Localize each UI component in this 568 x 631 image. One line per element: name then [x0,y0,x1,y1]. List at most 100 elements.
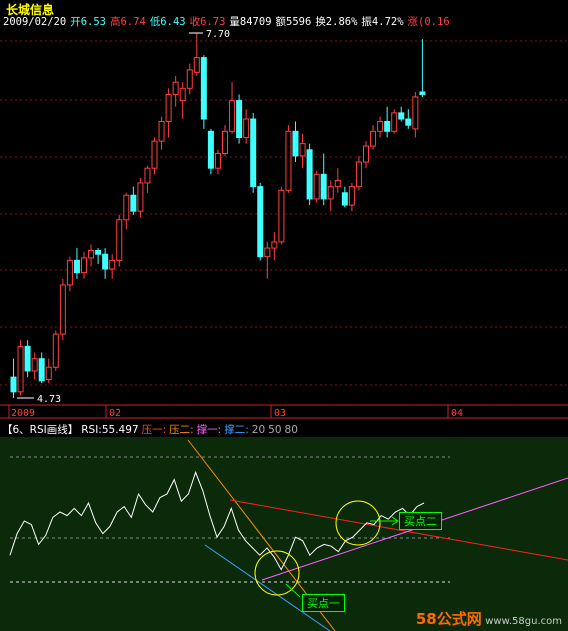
candle-body [158,120,165,142]
watermark-brand: 58公式网 [415,610,482,628]
candle [38,352,45,384]
candle [73,248,80,279]
candle-body [88,250,95,259]
candle-body [109,259,116,270]
candle-body [95,250,102,255]
candle [327,180,334,212]
candle [320,153,327,206]
candle [172,76,179,107]
candle-body [229,100,236,132]
candle-body [348,186,355,206]
candle [299,133,306,169]
candle-body [391,112,398,132]
candle-body [102,253,109,270]
chart-canvas[interactable]: 7.70 4.73 2009 02 03 04 [0,0,568,631]
candle [123,192,130,230]
candle [412,91,419,138]
candle-body [45,366,52,381]
candle [313,170,320,203]
candle [355,155,362,191]
high-price-label: 7.70 [206,29,230,40]
rsi-support-2: 撑二: [224,424,249,436]
candle-body [186,69,193,89]
candle-body [355,161,362,188]
rsi-level-50: 50 [268,424,282,436]
candle-body [313,173,320,200]
candle [95,248,102,265]
candle [398,106,405,122]
time-axis: 2009 02 03 04 [0,404,568,419]
candle [419,39,426,97]
watermark-url: www.58gu.com [485,616,562,627]
candle-body [214,152,221,169]
candle-body [17,345,24,393]
candle [59,278,66,341]
candle [200,55,207,129]
candle-body [172,81,179,95]
candle [31,352,38,380]
candle-body [179,87,186,102]
candle [88,244,95,267]
candle [257,182,264,261]
time-label-04: 04 [451,408,463,419]
candle-body [207,130,214,169]
time-label-2009: 2009 [11,408,35,419]
candle-body [419,91,426,95]
candle [17,340,24,396]
candle-body [52,333,59,368]
candle [45,358,52,384]
candle-body [250,118,257,188]
candle [271,232,278,261]
candle-body [306,149,313,200]
rsi-pressure-2: 压二: [169,424,194,436]
candle [207,128,214,175]
candle-body [24,345,31,372]
rsi-legend: 【6、RSI画线】 RSI:55.497 压一: 压二: 撑一: 撑二: 20 50 80 [2,422,301,437]
candle-body [165,93,172,122]
candle [186,63,193,95]
candle-body [334,179,341,188]
candle-body [299,143,306,157]
candle [243,109,250,144]
candle-body [73,259,80,274]
candle [109,254,116,279]
candle-body [200,57,207,120]
candle-body [66,259,73,286]
candle-body [264,247,271,258]
candle [116,214,123,267]
candle-body [292,130,299,157]
candle [341,186,348,208]
rsi-title: 【6、RSI画线】 [2,424,79,436]
candle-body [243,118,250,138]
rsi-value: RSI:55.497 [81,424,139,436]
candle-body [320,173,327,200]
rsi-pressure-1: 压一: [141,424,167,436]
candle [292,121,299,163]
candle-body [271,241,278,249]
candle [81,251,87,279]
candle-body [257,186,264,258]
candle-body [59,284,66,335]
candle [193,33,200,77]
candle [384,106,391,138]
candle [264,241,271,279]
candle [214,149,221,175]
candle-body [384,120,391,132]
candle [151,137,158,175]
candle [229,82,236,134]
candle-body [236,100,243,138]
candle-body [398,112,405,120]
rsi-level-80: 80 [284,424,298,436]
candle [278,186,285,245]
candle-body [363,145,369,163]
time-label-02: 02 [109,408,121,419]
candle-body [412,96,419,130]
candle [306,143,313,206]
candle [236,94,243,144]
candle [370,125,377,150]
candle-body [405,118,412,126]
candle [158,116,165,150]
candle [391,109,398,134]
candle [179,82,186,120]
candle-body [327,186,334,200]
